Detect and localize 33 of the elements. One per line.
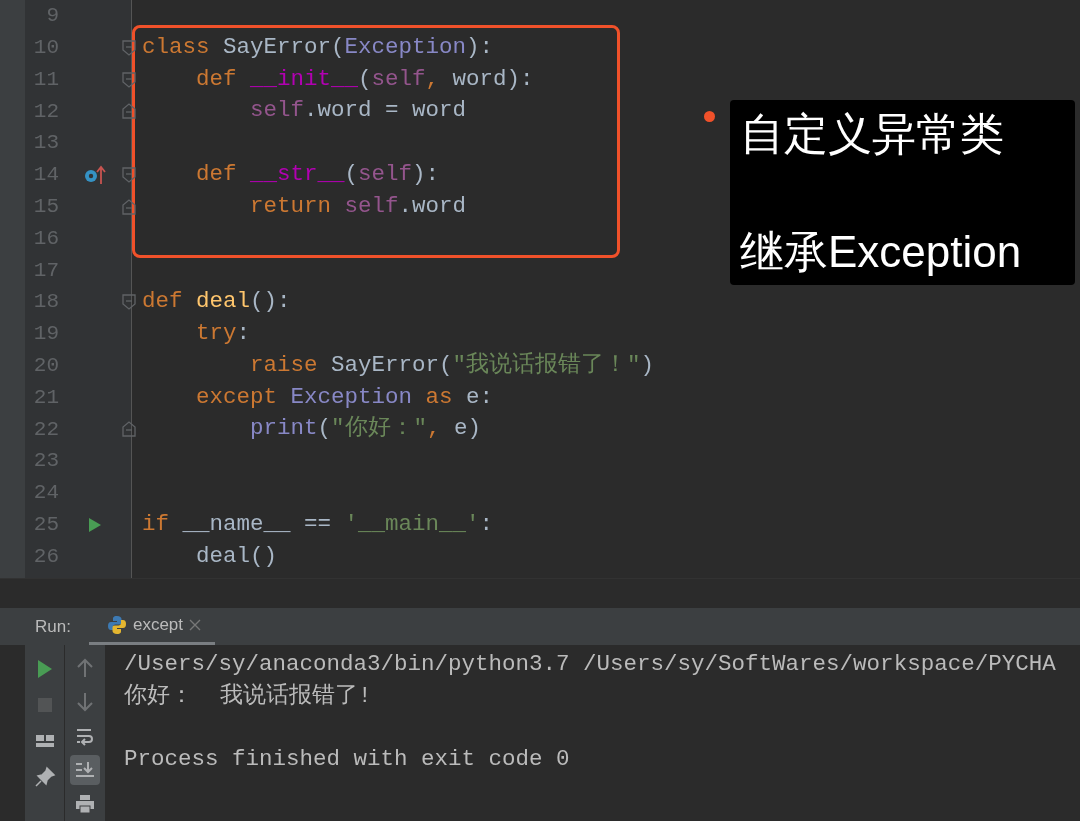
- code-line: if __name__ == '__main__':: [142, 509, 494, 539]
- fold-icon[interactable]: [122, 39, 136, 56]
- code-line: def __init__(self, word):: [195, 64, 534, 94]
- annotation-dot: [704, 111, 715, 122]
- python-icon: [106, 615, 127, 635]
- code-line: return self.word: [249, 191, 467, 221]
- code-line: self.word = word: [249, 96, 467, 126]
- fold-icon[interactable]: [122, 103, 136, 120]
- callout-text: 自定义异常类: [740, 108, 1005, 160]
- code-line: deal(): [195, 541, 278, 571]
- panel-label: Run:: [34, 615, 72, 638]
- code-line: raise SayError("我说话报错了！"): [249, 350, 655, 380]
- console-line: 你好： 我说话报错了!: [124, 681, 373, 711]
- tab-label: except: [132, 614, 183, 637]
- fold-icon[interactable]: [122, 294, 136, 311]
- code-line: def deal():: [142, 287, 291, 317]
- code-line: class SayError(Exception):: [142, 32, 494, 62]
- code-line: print("你好：", e): [249, 414, 482, 444]
- fold-icon[interactable]: [122, 71, 136, 88]
- code-line: try:: [195, 319, 251, 348]
- code-line: except Exception as e:: [195, 382, 494, 412]
- close-icon[interactable]: [189, 619, 201, 631]
- scroll-to-end-icon[interactable]: [70, 755, 100, 785]
- console-line: /Users/sy/anaconda3/bin/python3.7 /Users/sy/SoftWares/workspace/PYCHA: [124, 650, 1056, 679]
- console-line: Process finished with exit code 0: [124, 744, 571, 774]
- override-icon[interactable]: [84, 164, 106, 185]
- code-line: def __str__(self):: [195, 160, 440, 189]
- run-icon[interactable]: [88, 516, 102, 533]
- fold-icon[interactable]: [122, 198, 136, 215]
- fold-icon[interactable]: [122, 167, 136, 183]
- fold-icon[interactable]: [122, 421, 136, 438]
- run-tab[interactable]: except: [88, 608, 215, 645]
- callout-text: 继承Exception: [740, 226, 1023, 279]
